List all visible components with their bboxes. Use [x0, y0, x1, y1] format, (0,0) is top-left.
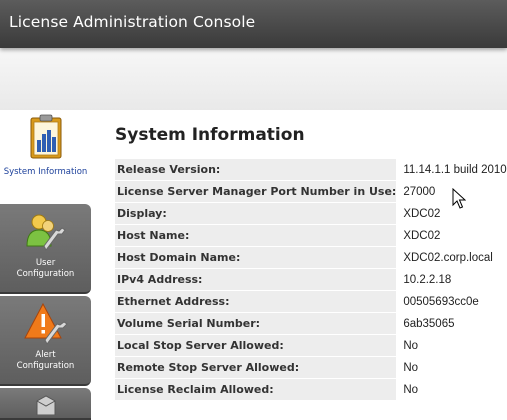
row-value: No — [403, 384, 419, 396]
table-row: Host Name: XDC02 — [115, 225, 507, 247]
row-value: No — [403, 362, 419, 374]
sidebar-item-label: User Configuration — [16, 258, 75, 279]
row-label: Release Version: — [115, 159, 397, 181]
row-value: 6ab35065 — [403, 318, 455, 330]
sidebar-item-server[interactable] — [0, 388, 91, 420]
row-value: XDC02.corp.local — [403, 252, 493, 264]
table-row: Ethernet Address: 00505693cc0e — [115, 291, 507, 313]
row-value: 10.2.2.18 — [403, 274, 452, 286]
table-row: Volume Serial Number: 6ab35065 — [115, 313, 507, 335]
row-label: Host Domain Name: — [115, 247, 397, 269]
sidebar-item-user-configuration[interactable]: User Configuration — [0, 204, 91, 294]
sidebar-item-system-information[interactable]: System Information — [0, 110, 91, 202]
sidebar-item-label: System Information — [3, 167, 88, 177]
sidebar: System Information User Configuration Ale… — [0, 110, 93, 420]
row-label: Local Stop Server Allowed: — [115, 335, 397, 357]
page-title: System Information — [115, 125, 305, 145]
table-row: Display: XDC02 — [115, 203, 507, 225]
mouse-cursor-icon — [452, 187, 467, 214]
row-value: 11.14.1.1 build 20104 — [403, 164, 507, 176]
users-wrench-icon — [24, 212, 68, 258]
row-value: No — [403, 340, 419, 352]
sidebar-item-alert-configuration[interactable]: Alert Configuration — [0, 296, 91, 386]
system-info-table: Release Version: 11.14.1.1 build 20104 Li… — [115, 159, 507, 401]
table-row: Host Domain Name: XDC02.corp.local — [115, 247, 507, 269]
server-icon — [33, 393, 59, 419]
row-value: 00505693cc0e — [403, 296, 479, 308]
table-row: Local Stop Server Allowed: No — [115, 335, 507, 357]
row-label: License Reclaim Allowed: — [115, 379, 397, 401]
row-label: IPv4 Address: — [115, 269, 397, 291]
table-row: Remote Stop Server Allowed: No — [115, 357, 507, 379]
app-header: License Administration Console — [0, 0, 507, 48]
app-title: License Administration Console — [9, 13, 256, 31]
clipboard-chart-icon — [29, 114, 63, 164]
table-row: License Server Manager Port Number in Us… — [115, 181, 507, 203]
table-row: IPv4 Address: 10.2.2.18 — [115, 269, 507, 291]
toolbar-band — [0, 48, 507, 110]
row-label: License Server Manager Port Number in Us… — [115, 181, 397, 203]
row-label: Ethernet Address: — [115, 291, 397, 313]
row-value: XDC02 — [403, 230, 441, 242]
alert-wrench-icon — [23, 302, 69, 350]
table-row: Release Version: 11.14.1.1 build 20104 — [115, 159, 507, 181]
row-label: Display: — [115, 203, 397, 225]
sidebar-item-label: Alert Configuration — [16, 350, 75, 371]
table-row: License Reclaim Allowed: No — [115, 379, 507, 401]
row-label: Remote Stop Server Allowed: — [115, 357, 397, 379]
row-label: Volume Serial Number: — [115, 313, 397, 335]
row-label: Host Name: — [115, 225, 397, 247]
